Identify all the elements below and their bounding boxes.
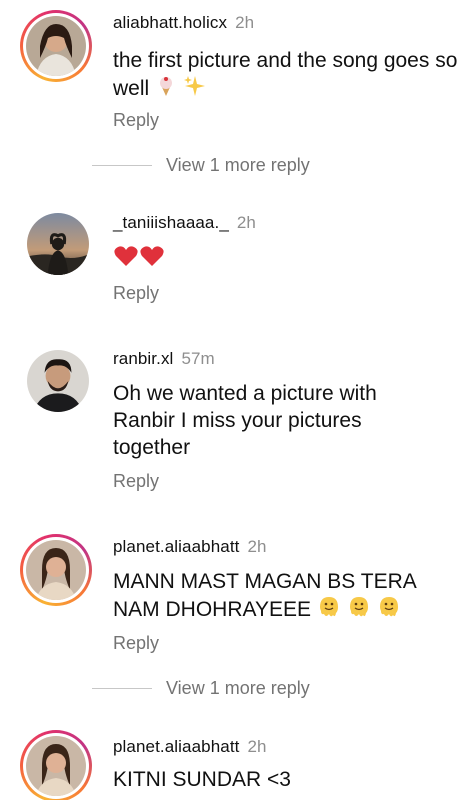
divider (92, 688, 152, 689)
avatar-story-ring[interactable] (20, 10, 92, 82)
comment-username[interactable]: _taniiishaaaa._ 2h (113, 213, 256, 233)
avatar (26, 540, 86, 600)
comment-username[interactable]: ranbir.xl 57m (113, 349, 215, 369)
comment-time: 57m (181, 349, 215, 368)
avatar (26, 16, 86, 76)
reply-button[interactable]: Reply (113, 471, 159, 492)
comment-username[interactable]: planet.aliaabhatt 2h (113, 737, 267, 757)
melting-face-icon (317, 595, 341, 626)
melting-face-icon (377, 595, 401, 626)
reply-button[interactable]: Reply (113, 283, 159, 304)
comment-text: the first picture and the song goes so w… (113, 47, 458, 105)
comment-text: MANN MAST MAGAN BS TERA NAM DHOHRAYEEE (113, 568, 433, 626)
comment-username[interactable]: planet.aliaabhatt 2h (113, 537, 267, 557)
avatar[interactable] (27, 213, 89, 275)
avatar-story-ring[interactable] (20, 730, 92, 800)
avatar[interactable] (27, 350, 89, 412)
comment-text: Oh we wanted a picture with Ranbir I mis… (113, 382, 377, 459)
sparkles-icon (183, 74, 207, 105)
comment-time: 2h (247, 537, 267, 556)
view-more-replies[interactable]: View 1 more reply (92, 155, 310, 176)
comment-username[interactable]: aliabhatt.holicx 2h (113, 13, 254, 33)
reply-button[interactable]: Reply (113, 110, 159, 131)
red-heart-icon (113, 244, 139, 275)
avatar-story-ring[interactable] (20, 534, 92, 606)
melting-face-icon (347, 595, 371, 626)
comment-time: 2h (235, 13, 255, 32)
divider (92, 165, 152, 166)
reply-button[interactable]: Reply (113, 633, 159, 654)
comment-text: KITNI SUNDAR <3 (113, 768, 291, 791)
view-more-replies[interactable]: View 1 more reply (92, 678, 310, 699)
comment-time: 2h (236, 213, 256, 232)
ice-cream-icon (155, 75, 177, 104)
comment-text (113, 244, 458, 275)
comment-time: 2h (247, 737, 267, 756)
avatar (26, 736, 86, 796)
red-heart-icon (139, 244, 165, 275)
